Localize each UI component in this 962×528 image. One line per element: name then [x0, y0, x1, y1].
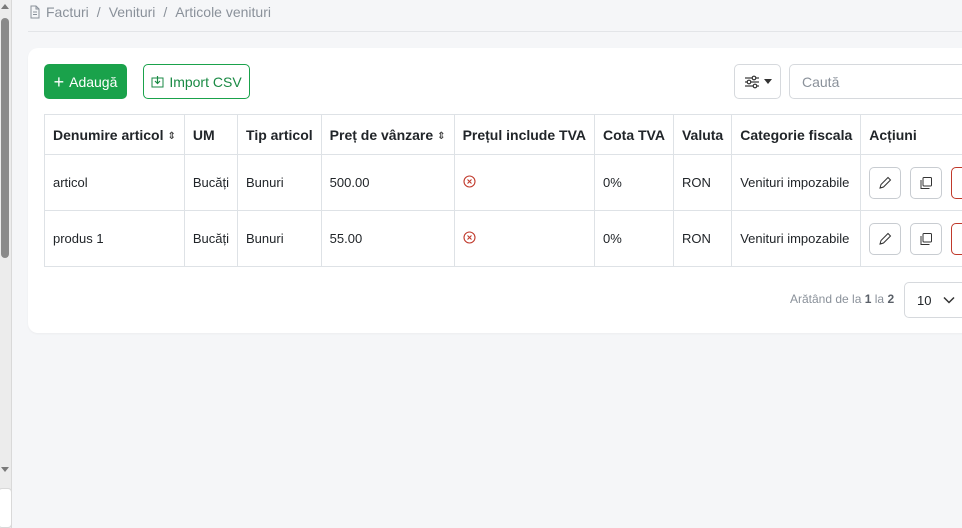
sort-icon[interactable]: ⇕ [167, 131, 175, 142]
table-row: articol Bucăți Bunuri 500.00 0% RON Veni… [44, 154, 962, 211]
scroll-up-arrow-icon[interactable] [1, 4, 9, 9]
column-header-type: Tip articol [237, 114, 322, 155]
breadcrumb-articole-venituri: Articole venituri [175, 4, 271, 20]
search-input[interactable] [789, 64, 962, 99]
cell-type: Bunuri [237, 210, 322, 267]
sidebar-bottom-panel [0, 488, 12, 528]
import-icon [151, 76, 164, 88]
add-button-label: Adaugă [69, 73, 118, 90]
copy-icon [920, 176, 933, 189]
cell-name: produs 1 [44, 210, 185, 267]
column-header-vat-included: Prețul include TVA [453, 114, 596, 155]
cell-currency: RON [672, 154, 733, 211]
delete-button[interactable] [951, 222, 962, 255]
import-csv-button[interactable]: Import CSV [143, 64, 250, 99]
header-divider [28, 31, 962, 32]
breadcrumb-venituri[interactable]: Venituri [109, 4, 156, 20]
cell-currency: RON [672, 210, 733, 267]
pagination-info: Arătând de la 1 la 2 [790, 292, 895, 306]
copy-icon [920, 232, 933, 245]
column-header-currency: Valuta [672, 114, 733, 155]
sliders-icon [744, 75, 759, 88]
breadcrumb-separator: / [163, 4, 168, 20]
scroll-down-arrow-icon[interactable] [1, 467, 9, 472]
sort-icon[interactable]: ⇕ [437, 131, 445, 142]
column-settings-button[interactable] [734, 64, 781, 99]
cell-vat-rate: 0% [594, 210, 674, 267]
x-circle-icon [463, 174, 476, 188]
cell-price: 500.00 [320, 154, 455, 211]
cell-vat-included [453, 210, 596, 267]
cell-vat-rate: 0% [594, 154, 674, 211]
articles-table: Denumire articol ⇕ UM Tip articol Preț de… [44, 114, 962, 267]
cell-price: 55.00 [320, 210, 455, 267]
cell-actions [860, 154, 962, 211]
cell-actions [860, 210, 962, 267]
pagination-from: 1 [864, 292, 872, 306]
column-header-name[interactable]: Denumire articol ⇕ [44, 114, 185, 155]
pagination-to: 2 [887, 292, 895, 306]
breadcrumb: Facturi / Venituri / Articole venituri [28, 4, 271, 20]
cell-type: Bunuri [237, 154, 322, 211]
pencil-icon [879, 232, 892, 245]
column-header-um: UM [183, 114, 239, 155]
caret-down-icon [763, 79, 772, 84]
column-header-category: Categorie fiscala [731, 114, 862, 155]
table-header-row: Denumire articol ⇕ UM Tip articol Preț de… [44, 114, 962, 155]
table-row: produs 1 Bucăți Bunuri 55.00 0% RON Veni… [44, 210, 962, 267]
breadcrumb-separator: / [96, 4, 101, 20]
column-header-price[interactable]: Preț de vânzare ⇕ [320, 114, 455, 155]
import-csv-label: Import CSV [169, 73, 242, 90]
chevron-down-icon [943, 296, 955, 304]
x-circle-icon [463, 230, 476, 244]
page-size-value: 10 [917, 292, 932, 308]
cell-category: Venituri impozabile [731, 210, 862, 267]
delete-button[interactable] [951, 166, 962, 199]
column-header-actions: Acțiuni [860, 114, 962, 155]
cell-vat-included [453, 154, 596, 211]
cell-um: Bucăți [183, 154, 239, 211]
column-header-vat-rate: Cota TVA [594, 114, 674, 155]
edit-button[interactable] [869, 222, 902, 255]
page-size-select[interactable]: 10 [904, 282, 962, 318]
duplicate-button[interactable] [910, 166, 943, 199]
cell-um: Bucăți [183, 210, 239, 267]
plus-icon: + [53, 71, 65, 92]
breadcrumb-facturi[interactable]: Facturi [46, 4, 89, 20]
scroll-thumb[interactable] [1, 18, 9, 258]
edit-button[interactable] [869, 166, 902, 199]
left-scrollbar[interactable] [0, 0, 12, 528]
cell-name: articol [44, 154, 185, 211]
pencil-icon [879, 176, 892, 189]
cell-category: Venituri impozabile [731, 154, 862, 211]
document-icon [30, 5, 40, 19]
add-button[interactable]: + Adaugă [44, 64, 127, 99]
duplicate-button[interactable] [910, 222, 943, 255]
